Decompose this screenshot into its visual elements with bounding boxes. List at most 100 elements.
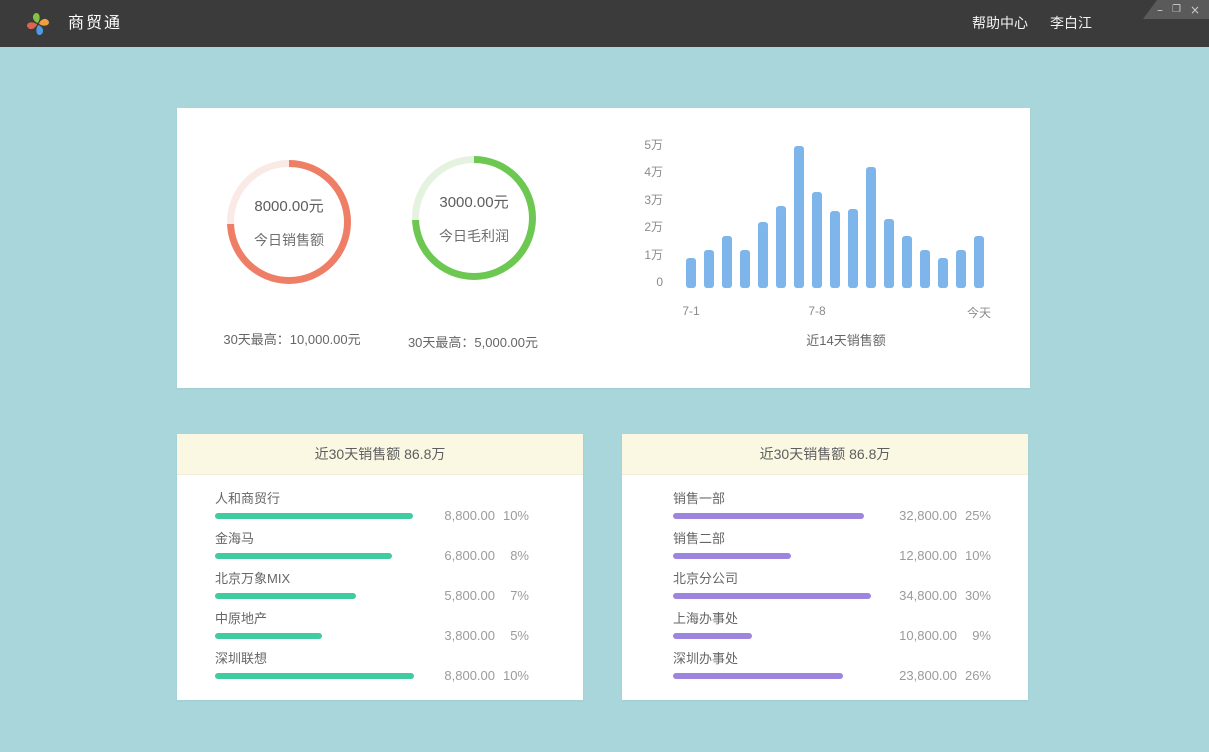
rank-value: 34,800.0030% <box>885 588 991 603</box>
sales-bar <box>902 236 912 288</box>
rank-amount: 8,800.00 <box>423 508 495 523</box>
department-rank-card: 近30天销售额 86.8万 销售一部32,800.0025%销售二部12,800… <box>622 434 1028 700</box>
rank-row: 北京万象MIX5,800.007% <box>215 571 583 599</box>
rank-percent: 9% <box>957 628 991 643</box>
sales-bar <box>812 192 822 288</box>
sales-bar <box>704 250 714 288</box>
rank-value: 3,800.005% <box>423 628 529 643</box>
rank-value: 8,800.0010% <box>423 508 529 523</box>
sales-bar <box>920 250 930 288</box>
sales-bar <box>974 236 984 288</box>
department-rank-body: 销售一部32,800.0025% 销售二部12,800.0010% 北京分公司34,… <box>622 475 1028 679</box>
rank-row: 中原地产3,800.005% <box>215 611 583 639</box>
rank-name: 销售二部 <box>673 531 1028 547</box>
daily-sales-chart: 近14天销售额 5万 4万 3万 2万 1万 0 7-1 7-8 今天 <box>177 108 1030 388</box>
rank-amount: 10,800.00 <box>885 628 957 643</box>
sales-bar <box>794 146 804 288</box>
rank-bar <box>215 593 356 599</box>
rank-amount: 23,800.00 <box>885 668 957 683</box>
sales-bar <box>686 258 696 288</box>
rank-percent: 25% <box>957 508 991 523</box>
customer-rank-card: 近30天销售额 86.8万 人和商贸行8,800.0010%金海马6,800.0… <box>177 434 583 700</box>
rank-row: 销售一部32,800.0025% <box>673 491 1028 519</box>
y-tick-label: 0 <box>619 275 663 289</box>
rank-name: 深圳办事处 <box>673 651 1028 667</box>
rank-percent: 26% <box>957 668 991 683</box>
rank-row: 上海办事处10,800.009% <box>673 611 1028 639</box>
rank-amount: 6,800.00 <box>423 548 495 563</box>
x-tick-label: 7-8 <box>808 304 825 318</box>
sales-bar <box>938 258 948 288</box>
rank-amount: 12,800.00 <box>885 548 957 563</box>
desktop-app-window: { "titlebar": { "app_title": "商贸通", "hel… <box>0 0 1209 752</box>
rank-percent: 5% <box>495 628 529 643</box>
rank-value: 32,800.0025% <box>885 508 991 523</box>
minimize-button[interactable]: – <box>1157 4 1163 16</box>
rank-row: 深圳联想8,800.0010% <box>215 651 583 679</box>
rank-percent: 10% <box>957 548 991 563</box>
rank-value: 8,800.0010% <box>423 668 529 683</box>
x-tick-label: 7-1 <box>682 304 699 318</box>
rank-amount: 8,800.00 <box>423 668 495 683</box>
rank-amount: 5,800.00 <box>423 588 495 603</box>
app-title: 商贸通 <box>68 0 122 47</box>
help-center-link[interactable]: 帮助中心 <box>972 0 1028 47</box>
username-menu[interactable]: 李白江 <box>1050 0 1092 47</box>
sales-bar <box>758 222 768 288</box>
rank-bar <box>673 633 752 639</box>
rank-bar <box>215 513 413 519</box>
rank-percent: 8% <box>495 548 529 563</box>
close-button[interactable]: × <box>1190 4 1200 16</box>
rank-value: 23,800.0026% <box>885 668 991 683</box>
titlebar: 商贸通 帮助中心 李白江 – ❐ × <box>0 0 1209 47</box>
rank-bar <box>215 673 414 679</box>
overview-card: 8000.00元 今日销售额 3000.00元 今日毛利润 30天最高：10,0… <box>177 108 1030 388</box>
rank-percent: 30% <box>957 588 991 603</box>
sales-bar <box>956 250 966 288</box>
rank-bar <box>673 513 864 519</box>
rank-value: 6,800.008% <box>423 548 529 563</box>
rank-bar <box>673 553 791 559</box>
rank-bar <box>215 633 322 639</box>
rank-amount: 3,800.00 <box>423 628 495 643</box>
rank-bar <box>673 593 871 599</box>
rank-value: 10,800.009% <box>885 628 991 643</box>
rank-percent: 10% <box>495 668 529 683</box>
rank-name: 人和商贸行 <box>215 491 583 507</box>
y-tick-label: 5万 <box>619 138 663 152</box>
rank-percent: 7% <box>495 588 529 603</box>
rank-name: 上海办事处 <box>673 611 1028 627</box>
sales-bar <box>830 211 840 288</box>
rank-row: 金海马6,800.008% <box>215 531 583 559</box>
y-tick-label: 1万 <box>619 248 663 262</box>
rank-bar <box>673 673 843 679</box>
rank-value: 5,800.007% <box>423 588 529 603</box>
daily-sales-bars <box>686 145 984 288</box>
rank-name: 金海马 <box>215 531 583 547</box>
sales-bar <box>848 209 858 288</box>
rank-percent: 10% <box>495 508 529 523</box>
sales-bar <box>722 236 732 288</box>
rank-name: 中原地产 <box>215 611 583 627</box>
y-tick-label: 2万 <box>619 220 663 234</box>
y-tick-label: 3万 <box>619 193 663 207</box>
sales-bar <box>884 219 894 288</box>
maximize-button[interactable]: ❐ <box>1172 4 1181 16</box>
rank-row: 人和商贸行8,800.0010% <box>215 491 583 519</box>
x-tick-label: 今天 <box>967 304 991 321</box>
rank-name: 深圳联想 <box>215 651 583 667</box>
window-controls: – ❐ × <box>1143 0 1209 19</box>
daily-sales-chart-title: 近14天销售额 <box>806 330 885 349</box>
customer-rank-title: 近30天销售额 86.8万 <box>177 434 583 475</box>
rank-name: 北京万象MIX <box>215 571 583 587</box>
sales-bar <box>866 167 876 288</box>
sales-bar <box>740 250 750 288</box>
sales-bar <box>776 206 786 288</box>
rank-row: 深圳办事处23,800.0026% <box>673 651 1028 679</box>
customer-rank-body: 人和商贸行8,800.0010% 金海马6,800.008% 北京万象MIX5,80… <box>177 475 583 679</box>
rank-amount: 32,800.00 <box>885 508 957 523</box>
y-tick-label: 4万 <box>619 165 663 179</box>
app-logo-pinwheel-icon <box>22 8 54 40</box>
rank-name: 销售一部 <box>673 491 1028 507</box>
rank-name: 北京分公司 <box>673 571 1028 587</box>
